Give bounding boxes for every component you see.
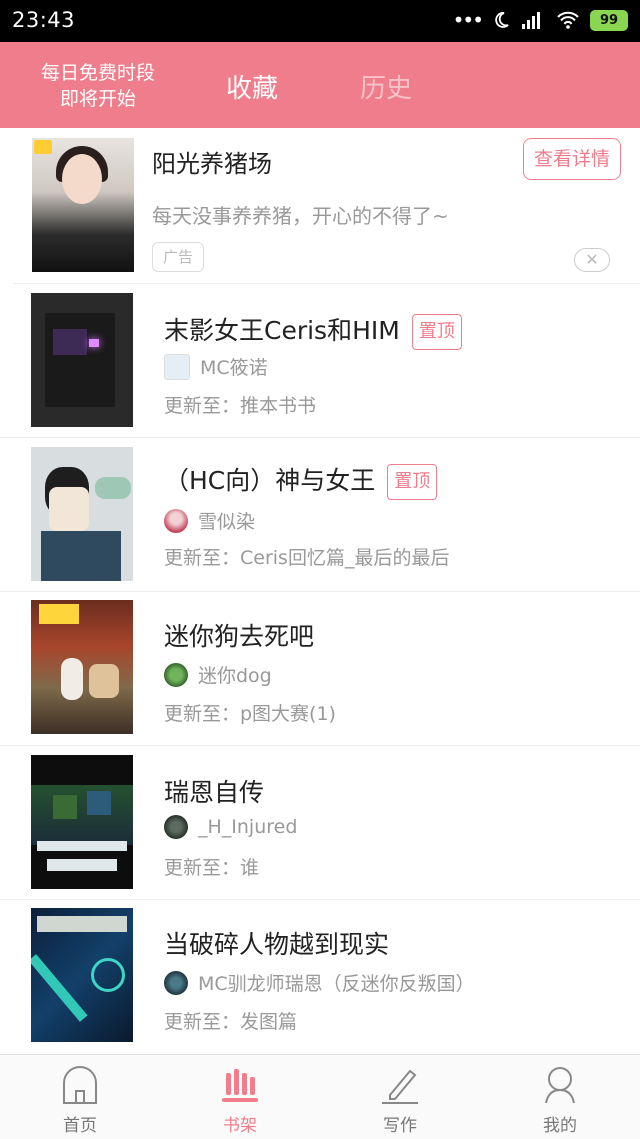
author-name: 雪似染 [198, 511, 256, 533]
promo-line-2: 即将开始 [59, 88, 136, 110]
nav-home-label: 首页 [63, 1116, 97, 1136]
ad-description: 每天没事养养猪，开心的不得了~ [152, 204, 449, 228]
book-cover [31, 755, 133, 889]
author-avatar [164, 353, 190, 380]
latest-update: 更新至：p图大赛(1) [164, 703, 336, 725]
author-avatar [164, 662, 188, 687]
author-name: 迷你dog [198, 665, 272, 687]
nav-profile[interactable]: 我的 [480, 1055, 640, 1139]
nav-profile-label: 我的 [543, 1116, 577, 1136]
status-time: 23:43 [12, 8, 76, 32]
tab-history[interactable]: 历史 [360, 68, 412, 105]
nav-bookshelf[interactable]: 书架 [160, 1055, 320, 1139]
book-item[interactable]: 迷你狗去死吧 迷你dog 更新至：p图大赛(1) [0, 591, 640, 746]
latest-update: 更新至：发图篇 [164, 1011, 298, 1033]
nav-write[interactable]: 写作 [320, 1055, 480, 1139]
book-cover [31, 447, 133, 581]
more-dots-icon: ••• [452, 8, 484, 32]
latest-update: 更新至：谁 [164, 857, 260, 879]
nav-bookshelf-label: 书架 [223, 1116, 257, 1136]
book-item[interactable]: 瑞恩自传 _H_Injured 更新至：谁 [0, 745, 640, 900]
author-name: _H_Injured [198, 816, 298, 838]
book-title: （HC向）神与女王 [164, 466, 376, 495]
nav-home[interactable]: 首页 [0, 1055, 160, 1139]
latest-update: 更新至：Ceris回忆篇_最后的最后 [164, 547, 450, 569]
free-period-banner[interactable]: 每日免费时段 即将开始 [28, 60, 168, 112]
book-title: 迷你狗去死吧 [164, 622, 315, 651]
home-icon [63, 1066, 97, 1104]
tab-favorites[interactable]: 收藏 [226, 68, 278, 105]
book-title: 末影女王Ceris和HIM [164, 316, 400, 345]
book-title: 瑞恩自传 [164, 778, 265, 807]
bookshelf-icon [222, 1069, 258, 1102]
author-avatar [164, 508, 188, 533]
book-cover [31, 600, 133, 734]
book-item[interactable]: 当破碎人物越到现实 MC驯龙师瑞恩（反迷你反叛国） 更新至：发图篇 [0, 899, 640, 1054]
profile-icon [545, 1067, 575, 1104]
signal-icon [522, 12, 540, 29]
ad-badge: 广告 [152, 242, 204, 272]
book-cover [31, 293, 133, 427]
ad-item[interactable]: 阳光养猪场 每天没事养养猪，开心的不得了~ 广告 查看详情 ✕ [14, 128, 640, 284]
author-avatar [164, 815, 188, 839]
moon-icon [495, 12, 509, 28]
battery-icon: 99 [590, 9, 628, 31]
book-cover [31, 908, 133, 1042]
promo-line-1: 每日免费时段 [40, 62, 155, 84]
ad-title: 阳光养猪场 [152, 150, 272, 178]
pinned-badge: 置顶 [411, 314, 462, 350]
close-ad-icon[interactable]: ✕ [574, 248, 610, 272]
nav-write-label: 写作 [383, 1116, 417, 1136]
wifi-icon [557, 11, 579, 29]
book-item[interactable]: 末影女王Ceris和HIM 置顶 MC筱诺 更新至：推本书书 [0, 283, 640, 438]
ad-image [32, 138, 134, 272]
status-bar: 23:43 ••• 99 [0, 0, 640, 42]
top-bar: 每日免费时段 即将开始 收藏 历史 [0, 42, 640, 128]
author-name: MC驯龙师瑞恩（反迷你反叛国） [198, 973, 475, 995]
book-title: 当破碎人物越到现实 [164, 930, 390, 959]
bottom-navigation: 首页 书架 写作 我的 [0, 1054, 640, 1139]
pen-icon [382, 1069, 418, 1104]
latest-update: 更新至：推本书书 [164, 395, 317, 417]
pinned-badge: 置顶 [387, 464, 438, 500]
author-name: MC筱诺 [200, 357, 268, 379]
book-item[interactable]: （HC向）神与女王 置顶 雪似染 更新至：Ceris回忆篇_最后的最后 [0, 437, 640, 592]
author-avatar [164, 970, 188, 995]
view-details-button[interactable]: 查看详情 [523, 138, 621, 180]
